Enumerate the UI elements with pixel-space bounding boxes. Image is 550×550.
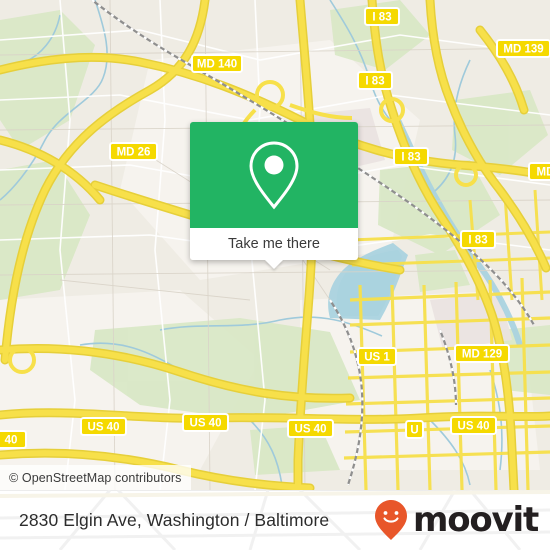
moovit-smiley-pin-icon [374, 500, 407, 540]
road-shield: US 1 [357, 347, 397, 366]
popup-tail [265, 260, 283, 269]
moovit-wordmark: moovit [412, 500, 539, 540]
map-pin-icon [249, 141, 299, 210]
road-shield: MD [528, 162, 550, 181]
road-shield-label: MD 140 [197, 59, 237, 71]
road-shield-label: I 83 [468, 235, 487, 247]
road-shield: US 40 [287, 419, 334, 438]
road-shield: I 83 [357, 71, 393, 90]
take-me-there-button[interactable]: Take me there [190, 228, 358, 269]
road-shield: MD 139 [496, 39, 550, 58]
road-shield-label: I 83 [401, 152, 420, 164]
location-popup-card[interactable]: Take me there [190, 122, 358, 269]
road-shield: US 40 [182, 413, 229, 432]
road-shield-label: I 83 [372, 12, 391, 24]
road-shield: I 83 [393, 147, 429, 166]
popup-header [190, 122, 358, 228]
road-shield-label: US 40 [295, 424, 327, 436]
address-label: 2830 Elgin Ave, Washington / Baltimore [19, 509, 330, 530]
road-shield-label: US 1 [364, 352, 390, 364]
road-shield: MD 140 [191, 54, 243, 73]
road-shield-label: 40 [5, 435, 18, 447]
map-canvas[interactable]: I 83 MD 139 MD 140 I 83 MD 26 I 83 MD I 83 US 1 M… [0, 0, 550, 490]
road-shield: I 83 [460, 230, 496, 249]
road-shield-label: US 40 [88, 422, 120, 434]
road-shield-label: MD 139 [503, 44, 543, 56]
road-shield: US 40 [450, 416, 497, 435]
road-shield-label: MD 129 [462, 349, 502, 361]
road-shield-label: I 83 [365, 76, 384, 88]
moovit-map-screenshot: I 83 MD 139 MD 140 I 83 MD 26 I 83 MD I 83 US 1 M… [0, 0, 550, 550]
road-shield: I 83 [364, 7, 400, 26]
osm-attribution-text: © OpenStreetMap contributors [9, 470, 182, 485]
road-shield-label: US 40 [190, 418, 222, 430]
road-shield: 40 [0, 430, 27, 449]
road-shield-label: US 40 [458, 421, 490, 433]
road-shield-label: U [410, 425, 418, 437]
road-shield: MD 129 [454, 344, 510, 363]
road-shield-label: MD 26 [117, 147, 151, 159]
road-shield-label: MD [537, 167, 550, 179]
road-shield: U [405, 420, 424, 439]
road-shield: MD 26 [109, 142, 158, 161]
osm-attribution[interactable]: © OpenStreetMap contributors [0, 465, 191, 490]
road-shield: US 40 [80, 417, 127, 436]
take-me-there-label: Take me there [228, 236, 320, 252]
footer-bar: 2830 Elgin Ave, Washington / Baltimore m… [0, 490, 550, 550]
moovit-logo[interactable]: moovit [371, 498, 539, 542]
